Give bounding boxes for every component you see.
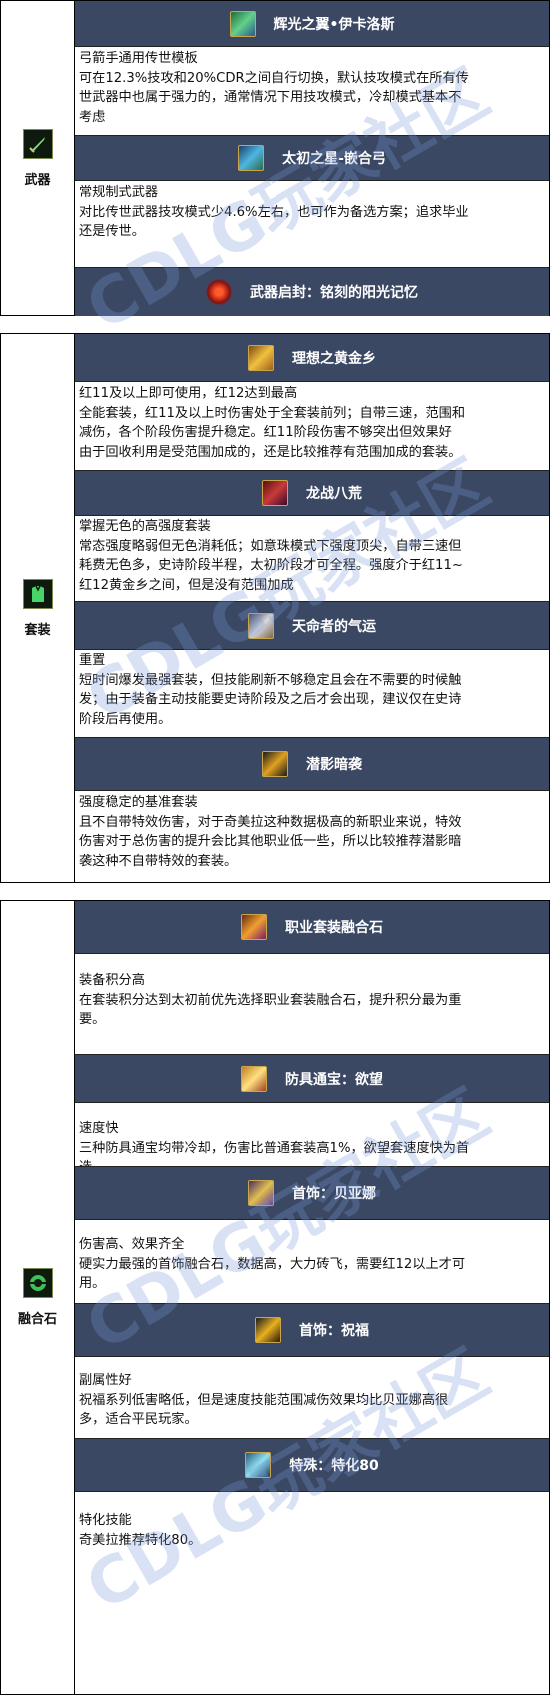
specialization-icon [245, 1452, 272, 1478]
desc-line: 用。 [79, 1276, 106, 1291]
item-title: 理想之黄金乡 [292, 350, 376, 367]
item-description: 特化技能 奇美拉推荐特化80。 [75, 1509, 549, 1559]
desc-line: 特化技能 [79, 1513, 132, 1528]
item-description: 装备积分高 在套装积分达到太初前优先选择职业套装融合石，提升积分最为重 要。 [75, 969, 549, 1039]
item-title: 天命者的气运 [292, 618, 376, 635]
desc-line: 装备积分高 [79, 973, 145, 988]
star-bow-icon [238, 145, 265, 171]
desc-line: 伤害对于总伤害的提升会比其他职业低一些，所以比较推荐潜影暗 [79, 834, 462, 849]
desc-line: 短时间爆发最强套装，但技能刷新不够稳定且会在不需要的时候触 [79, 672, 462, 688]
desc-line: 强度稳定的基准套装 [79, 795, 198, 810]
item-description: 红11及以上即可使用，红12达到最高 全能套装，红11及以上时伤害处于全套装前列… [75, 382, 549, 470]
item-header: 潜影暗袭 [75, 737, 549, 791]
item-title: 首饰：贝亚娜 [292, 1186, 376, 1202]
desc-line: 在套装积分达到太初前优先选择职业套装融合石，提升积分最为重 [79, 992, 462, 1008]
weapon-section: 武器 辉光之翼•伊卡洛斯 弓箭手通用传世模板 可在12.3%技攻和20%CDR之… [0, 0, 550, 316]
wing-bow-icon [229, 10, 256, 37]
item-header: 首饰：祝福 [75, 1303, 549, 1357]
item-header: 辉光之翼•伊卡洛斯 [75, 1, 549, 47]
desc-line: 要。 [79, 1012, 106, 1027]
desc-line: 速度快 [79, 1121, 119, 1136]
desc-line: 考虑 [79, 109, 106, 125]
desc-line: 常态强度略弱但无色消耗低；如意珠模式下强度顶尖，自带三速但 [79, 538, 462, 554]
item-title: 首饰：祝福 [299, 1323, 369, 1339]
desc-line: 副属性好 [79, 1373, 132, 1388]
desc-line: 世武器中也属于强力的，通常情况下用技攻模式，冷却模式基本不 [79, 90, 462, 105]
flame-seal-icon [206, 279, 232, 305]
desc-line: 发；由于装备主动技能要史诗阶段及之后才会出现，建议仅在史诗 [79, 692, 462, 707]
desc-line: 由于回收利用是受范围加成的，还是比较推荐有范围加成的套装。 [79, 444, 462, 460]
item-description: 强度稳定的基准套装 且不自带特效伤害，对于奇美拉这种数据极高的新职业来说，特效 … [75, 791, 549, 881]
item-header: 天命者的气运 [75, 601, 549, 650]
golden-armor-icon [248, 344, 274, 371]
desc-line: 伤害高、效果齐全 [79, 1237, 185, 1252]
dragon-armor-icon [262, 480, 288, 506]
desc-line: 常规制式武器 [79, 185, 159, 200]
item-description: 副属性好 祝福系列低害略低，但是速度技能范围减伤效果均比贝亚娜高很 多，适合平民… [75, 1369, 549, 1437]
desc-line: 全能套装，红11及以上时伤害处于全套装前列；自带三速，范围和 [79, 405, 466, 421]
desc-line: 三种防具通宝均带冷却，伤害比普通套装高1%，欲望套速度快为首 [79, 1140, 470, 1156]
item-title: 龙战八荒 [306, 486, 362, 502]
desc-line: 多，适合平民玩家。 [79, 1412, 198, 1427]
desc-line: 红12黄金乡之间，但是没有范围加成 [79, 577, 294, 593]
item-description: 重置 短时间爆发最强套装，但技能刷新不够稳定且会在不需要的时候触 发；由于装备主… [75, 649, 549, 737]
category-label: 武器 [24, 172, 51, 188]
desc-line: 重置 [79, 653, 106, 668]
category-fusion: 融合石 [1, 901, 75, 1694]
desc-line: 可在12.3%技攻和20%CDR之间自行切换，默认技攻模式在所有传 [79, 70, 469, 86]
item-description: 常规制式武器 对比传世武器技攻模式少4.6%左右，也可作为备选方案；追求毕业 还… [75, 181, 549, 267]
sword-icon [22, 128, 53, 159]
desc-line: 红11及以上即可使用，红12达到最高 [79, 386, 298, 401]
blessing-accessory-icon [255, 1317, 281, 1343]
item-description: 弓箭手通用传世模板 可在12.3%技攻和20%CDR之间自行切换，默认技攻模式在… [75, 47, 549, 135]
desc-line: 减伤，各个阶段伤害提升稳定。红11阶段伤害不够突出但效果好 [79, 425, 452, 440]
item-title: 武器启封：铭刻的阳光记忆 [250, 285, 418, 301]
beyana-accessory-icon [248, 1180, 274, 1206]
set-section: 套装 理想之黄金乡 红11及以上即可使用，红12达到最高 全能套装，红11及以上… [0, 333, 550, 883]
item-title: 潜影暗袭 [306, 757, 362, 773]
item-header: 防具通宝：欲望 [75, 1054, 549, 1103]
item-title: 太初之星-嵌合弓 [282, 151, 386, 167]
item-title: 防具通宝：欲望 [285, 1071, 383, 1088]
fusion-section: 融合石 职业套装融合石 装备积分高 在套装积分达到太初前优先选择职业套装融合石，… [0, 900, 550, 1695]
fusion-stone-icon [22, 1268, 53, 1298]
desc-line: 硬实力最强的首饰融合石，数据高，大力砖飞，需要红12以上才可 [79, 1256, 466, 1272]
desc-line: 奇美拉推荐特化80。 [79, 1532, 202, 1548]
category-label: 融合石 [17, 1312, 57, 1327]
item-header: 职业套装融合石 [75, 901, 549, 954]
destiny-icon [248, 612, 274, 639]
item-header: 特殊：特化80 [75, 1438, 549, 1492]
desire-treasure-icon [241, 1065, 267, 1092]
armor-icon [22, 578, 53, 609]
item-title: 职业套装融合石 [285, 920, 383, 936]
item-title: 特殊：特化80 [289, 1458, 379, 1474]
desc-line: 弓箭手通用传世模板 [79, 51, 198, 66]
item-title: 辉光之翼•伊卡洛斯 [273, 16, 395, 33]
item-header: 龙战八荒 [75, 470, 549, 516]
item-header: 太初之星-嵌合弓 [75, 135, 549, 181]
item-header: 理想之黄金乡 [75, 334, 549, 382]
item-description: 伤害高、效果齐全 硬实力最强的首饰融合石，数据高，大力砖飞，需要红12以上才可 … [75, 1233, 549, 1303]
class-set-stone-icon [241, 914, 267, 940]
item-header: 首饰：贝亚娜 [75, 1166, 549, 1220]
desc-line: 阶段后再使用。 [79, 711, 172, 727]
category-label: 套装 [24, 622, 51, 638]
shadow-hood-icon [262, 751, 288, 777]
desc-line: 掌握无色的高强度套装 [79, 519, 211, 534]
item-description: 掌握无色的高强度套装 常态强度略弱但无色消耗低；如意珠模式下强度顶尖，自带三速但… [75, 515, 549, 601]
desc-line: 对比传世武器技攻模式少4.6%左右，也可作为备选方案；追求毕业 [79, 204, 469, 220]
item-header: 武器启封：铭刻的阳光记忆 [75, 267, 549, 316]
category-set: 套装 [1, 334, 75, 882]
desc-line: 且不自带特效伤害，对于奇美拉这种数据极高的新职业来说，特效 [79, 814, 462, 830]
category-weapon: 武器 [1, 1, 75, 315]
desc-line: 还是传世。 [79, 224, 145, 239]
desc-line: 耗费无色多，史诗阶段半程，太初阶段才可全程。强度介于红11~ [79, 558, 463, 573]
desc-line: 祝福系列低害略低，但是速度技能范围减伤效果均比贝亚娜高很 [79, 1392, 449, 1408]
desc-line: 袭这种不自带特效的套装。 [79, 853, 238, 869]
